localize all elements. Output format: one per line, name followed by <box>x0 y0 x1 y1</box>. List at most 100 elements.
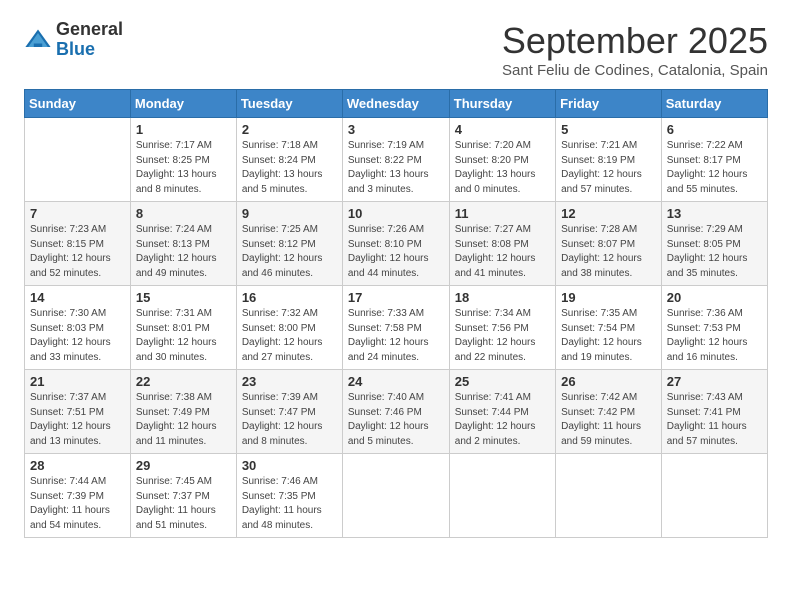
day-number: 3 <box>348 122 444 137</box>
day-cell-29: 29 Sunrise: 7:45 AM Sunset: 7:37 PM Dayli… <box>130 454 236 538</box>
day-cell-30: 30Sunrise: 7:46 AM Sunset: 7:35 PM Dayli… <box>236 454 342 538</box>
day-number: 20 <box>667 290 762 305</box>
day-detail: Sunrise: 7:32 AM Sunset: 8:00 PM Dayligh… <box>242 307 337 365</box>
day-cell-7: 7 Sunrise: 7:23 AM Sunset: 8:15 PM Daylig… <box>25 202 131 286</box>
day-cell-3: 3Sunrise: 7:19 AM Sunset: 8:22 PM Daylig… <box>342 118 449 202</box>
week-row-1: 1 Sunrise: 7:17 AM Sunset: 8:25 PM Daylig… <box>25 118 768 202</box>
day-detail: Sunrise: 7:22 AM Sunset: 8:17 PM Dayligh… <box>667 139 762 197</box>
day-cell-25: 25 Sunrise: 7:41 AM Sunset: 7:44 PM Dayli… <box>449 370 555 454</box>
week-row-5: 28 Sunrise: 7:44 AM Sunset: 7:39 PM Dayli… <box>25 454 768 538</box>
day-detail: Sunrise: 7:33 AM Sunset: 7:58 PM Dayligh… <box>348 307 444 365</box>
title-area: September 2025 Sant Feliu de Codines, Ca… <box>502 20 768 79</box>
day-detail: Sunrise: 7:42 AM Sunset: 7:42 PM Dayligh… <box>561 391 656 449</box>
day-number: 5 <box>561 122 656 137</box>
day-number: 21 <box>30 374 125 389</box>
day-cell-2: 2 Sunrise: 7:18 AM Sunset: 8:24 PM Daylig… <box>236 118 342 202</box>
day-number: 13 <box>667 206 762 221</box>
day-number: 14 <box>30 290 125 305</box>
location-title: Sant Feliu de Codines, Catalonia, Spain <box>502 62 768 79</box>
day-cell-24: 24 Sunrise: 7:40 AM Sunset: 7:46 PM Dayli… <box>342 370 449 454</box>
day-detail: Sunrise: 7:20 AM Sunset: 8:20 PM Dayligh… <box>455 139 550 197</box>
day-number: 12 <box>561 206 656 221</box>
day-cell-14: 14 Sunrise: 7:30 AM Sunset: 8:03 PM Dayli… <box>25 286 131 370</box>
day-number: 24 <box>348 374 444 389</box>
logo-blue: Blue <box>56 40 123 60</box>
day-number: 23 <box>242 374 337 389</box>
day-number: 16 <box>242 290 337 305</box>
day-number: 4 <box>455 122 550 137</box>
day-cell-11: 11Sunrise: 7:27 AM Sunset: 8:08 PM Dayli… <box>449 202 555 286</box>
day-detail: Sunrise: 7:30 AM Sunset: 8:03 PM Dayligh… <box>30 307 125 365</box>
day-cell-9: 9Sunrise: 7:25 AM Sunset: 8:12 PM Daylig… <box>236 202 342 286</box>
logo-icon <box>24 26 52 54</box>
day-number: 22 <box>136 374 231 389</box>
day-cell-21: 21 Sunrise: 7:37 AM Sunset: 7:51 PM Dayli… <box>25 370 131 454</box>
day-number: 27 <box>667 374 762 389</box>
day-number: 9 <box>242 206 337 221</box>
day-number: 15 <box>136 290 231 305</box>
day-detail: Sunrise: 7:36 AM Sunset: 7:53 PM Dayligh… <box>667 307 762 365</box>
day-number: 29 <box>136 458 231 473</box>
empty-cell <box>556 454 662 538</box>
day-cell-12: 12Sunrise: 7:28 AM Sunset: 8:07 PM Dayli… <box>556 202 662 286</box>
day-detail: Sunrise: 7:35 AM Sunset: 7:54 PM Dayligh… <box>561 307 656 365</box>
day-detail: Sunrise: 7:44 AM Sunset: 7:39 PM Dayligh… <box>30 475 125 533</box>
weekday-header-tuesday: Tuesday <box>236 90 342 118</box>
week-row-3: 14 Sunrise: 7:30 AM Sunset: 8:03 PM Dayli… <box>25 286 768 370</box>
day-detail: Sunrise: 7:23 AM Sunset: 8:15 PM Dayligh… <box>30 223 125 281</box>
day-number: 2 <box>242 122 337 137</box>
day-cell-1: 1 Sunrise: 7:17 AM Sunset: 8:25 PM Daylig… <box>130 118 236 202</box>
day-detail: Sunrise: 7:21 AM Sunset: 8:19 PM Dayligh… <box>561 139 656 197</box>
day-number: 17 <box>348 290 444 305</box>
logo-text: General Blue <box>56 20 123 60</box>
day-detail: Sunrise: 7:18 AM Sunset: 8:24 PM Dayligh… <box>242 139 337 197</box>
day-detail: Sunrise: 7:27 AM Sunset: 8:08 PM Dayligh… <box>455 223 550 281</box>
day-number: 6 <box>667 122 762 137</box>
weekday-header-thursday: Thursday <box>449 90 555 118</box>
day-cell-23: 23Sunrise: 7:39 AM Sunset: 7:47 PM Dayli… <box>236 370 342 454</box>
day-number: 18 <box>455 290 550 305</box>
weekday-header-monday: Monday <box>130 90 236 118</box>
day-cell-22: 22 Sunrise: 7:38 AM Sunset: 7:49 PM Dayli… <box>130 370 236 454</box>
day-cell-13: 13 Sunrise: 7:29 AM Sunset: 8:05 PM Dayli… <box>661 202 767 286</box>
day-number: 8 <box>136 206 231 221</box>
day-number: 26 <box>561 374 656 389</box>
logo-general: General <box>56 20 123 40</box>
day-number: 10 <box>348 206 444 221</box>
day-number: 25 <box>455 374 550 389</box>
day-number: 30 <box>242 458 337 473</box>
empty-cell <box>661 454 767 538</box>
day-detail: Sunrise: 7:26 AM Sunset: 8:10 PM Dayligh… <box>348 223 444 281</box>
day-cell-27: 27 Sunrise: 7:43 AM Sunset: 7:41 PM Dayli… <box>661 370 767 454</box>
day-detail: Sunrise: 7:40 AM Sunset: 7:46 PM Dayligh… <box>348 391 444 449</box>
day-number: 1 <box>136 122 231 137</box>
day-cell-6: 6 Sunrise: 7:22 AM Sunset: 8:17 PM Daylig… <box>661 118 767 202</box>
day-cell-19: 19Sunrise: 7:35 AM Sunset: 7:54 PM Dayli… <box>556 286 662 370</box>
empty-cell <box>25 118 131 202</box>
day-detail: Sunrise: 7:41 AM Sunset: 7:44 PM Dayligh… <box>455 391 550 449</box>
logo: General Blue <box>24 20 123 60</box>
weekday-header-wednesday: Wednesday <box>342 90 449 118</box>
header: General Blue September 2025 Sant Feliu d… <box>24 20 768 79</box>
day-detail: Sunrise: 7:38 AM Sunset: 7:49 PM Dayligh… <box>136 391 231 449</box>
day-detail: Sunrise: 7:29 AM Sunset: 8:05 PM Dayligh… <box>667 223 762 281</box>
empty-cell <box>342 454 449 538</box>
month-title: September 2025 <box>502 20 768 62</box>
day-detail: Sunrise: 7:17 AM Sunset: 8:25 PM Dayligh… <box>136 139 231 197</box>
day-cell-8: 8Sunrise: 7:24 AM Sunset: 8:13 PM Daylig… <box>130 202 236 286</box>
day-cell-20: 20 Sunrise: 7:36 AM Sunset: 7:53 PM Dayli… <box>661 286 767 370</box>
day-number: 28 <box>30 458 125 473</box>
day-detail: Sunrise: 7:43 AM Sunset: 7:41 PM Dayligh… <box>667 391 762 449</box>
week-row-2: 7 Sunrise: 7:23 AM Sunset: 8:15 PM Daylig… <box>25 202 768 286</box>
weekday-header-sunday: Sunday <box>25 90 131 118</box>
day-detail: Sunrise: 7:31 AM Sunset: 8:01 PM Dayligh… <box>136 307 231 365</box>
day-cell-10: 10 Sunrise: 7:26 AM Sunset: 8:10 PM Dayli… <box>342 202 449 286</box>
weekday-header-row: SundayMondayTuesdayWednesdayThursdayFrid… <box>25 90 768 118</box>
day-detail: Sunrise: 7:37 AM Sunset: 7:51 PM Dayligh… <box>30 391 125 449</box>
weekday-header-friday: Friday <box>556 90 662 118</box>
day-number: 7 <box>30 206 125 221</box>
day-cell-18: 18Sunrise: 7:34 AM Sunset: 7:56 PM Dayli… <box>449 286 555 370</box>
day-detail: Sunrise: 7:45 AM Sunset: 7:37 PM Dayligh… <box>136 475 231 533</box>
empty-cell <box>449 454 555 538</box>
day-cell-26: 26 Sunrise: 7:42 AM Sunset: 7:42 PM Dayli… <box>556 370 662 454</box>
